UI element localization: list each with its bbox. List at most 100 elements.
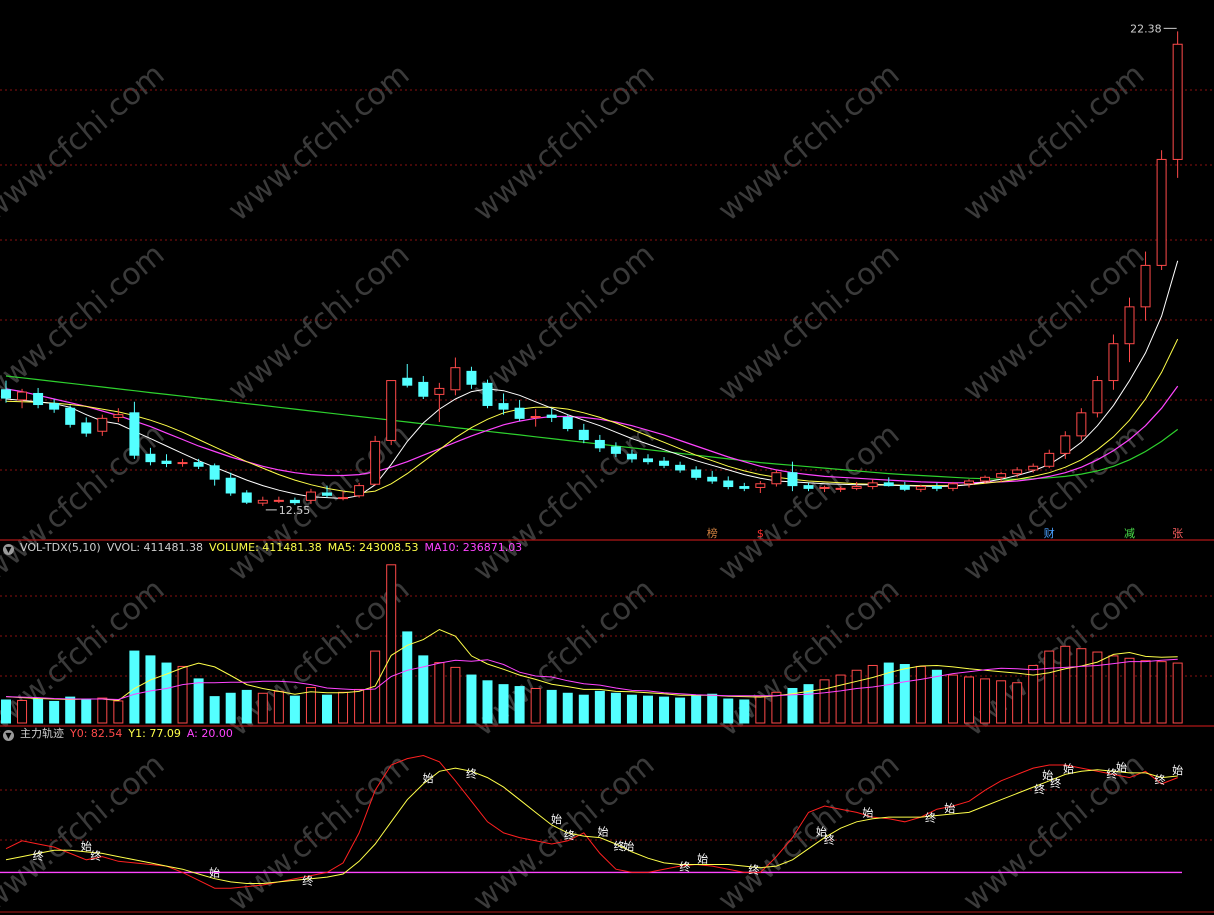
candle bbox=[1172, 31, 1183, 178]
watermark-text: www.cfchi.com bbox=[467, 57, 662, 228]
candle-body bbox=[1, 389, 11, 399]
volume-bar bbox=[257, 692, 268, 724]
candle-body bbox=[1140, 264, 1151, 308]
start-signal-label: 始 bbox=[697, 852, 708, 866]
watermark-text: www.cfchi.com bbox=[222, 57, 417, 228]
volume-bar bbox=[81, 699, 92, 724]
end-signal-label: 终 bbox=[824, 833, 835, 847]
candle-body bbox=[562, 416, 573, 429]
start-signal-label: 始 bbox=[1116, 760, 1127, 774]
candle-body bbox=[113, 414, 124, 418]
volume-bar bbox=[241, 689, 252, 724]
candle-body bbox=[482, 382, 493, 406]
candle-body bbox=[931, 486, 942, 489]
end-signal-label: 终 bbox=[925, 811, 936, 825]
start-signal-label: 始 bbox=[1172, 763, 1183, 777]
volume-bar bbox=[289, 695, 300, 724]
vvol-value: VVOL: 411481.38 bbox=[106, 541, 204, 554]
volume-bar bbox=[707, 693, 718, 724]
volume-value: VOLUME: 411481.38 bbox=[209, 541, 322, 554]
candle-body bbox=[354, 485, 365, 497]
volume-bar bbox=[338, 691, 349, 724]
candle bbox=[964, 479, 974, 488]
volume-bar bbox=[643, 695, 653, 724]
candle-body bbox=[418, 381, 429, 397]
volume-bar bbox=[1140, 660, 1151, 724]
candle-body bbox=[546, 414, 557, 418]
candle-body bbox=[964, 480, 974, 485]
volume-bar bbox=[273, 690, 284, 724]
candle-body bbox=[675, 464, 686, 471]
candle-body bbox=[33, 392, 44, 406]
volume-bar bbox=[354, 688, 365, 724]
volume-bar bbox=[193, 678, 204, 724]
chevron-down-icon[interactable]: ▼ bbox=[3, 730, 14, 741]
candle bbox=[867, 479, 878, 490]
volume-bar bbox=[546, 689, 557, 724]
watermark-text: www.cfchi.com bbox=[957, 237, 1152, 408]
candle bbox=[129, 401, 140, 459]
candle bbox=[947, 481, 958, 492]
candle-body bbox=[257, 499, 268, 504]
candle bbox=[996, 471, 1007, 482]
candle-body bbox=[530, 416, 541, 419]
candle-body bbox=[1172, 43, 1183, 160]
start-signal-label: 始 bbox=[944, 801, 955, 815]
end-signal-label: 终 bbox=[33, 848, 44, 862]
chevron-down-icon[interactable]: ▼ bbox=[3, 544, 14, 555]
volume-bar bbox=[964, 676, 974, 724]
end-signal-label: 终 bbox=[1050, 776, 1061, 790]
watermark-text: www.cfchi.com bbox=[0, 747, 171, 915]
volume-bar bbox=[851, 669, 862, 724]
candle bbox=[723, 476, 734, 490]
candle bbox=[177, 458, 188, 467]
candle bbox=[161, 454, 172, 468]
candle-body bbox=[1028, 465, 1039, 471]
candle bbox=[33, 387, 44, 409]
volume-bar bbox=[17, 699, 28, 724]
watermark-text: www.cfchi.com bbox=[0, 237, 171, 408]
chart-canvas[interactable]: www.cfchi.com www.cfchi.com www.cfchi.com w… bbox=[0, 0, 1214, 915]
end-signal-label: 终 bbox=[679, 860, 690, 874]
candle bbox=[739, 482, 750, 492]
start-signal-label: 始 bbox=[862, 806, 873, 820]
start-signal-label: 始 bbox=[598, 825, 609, 839]
candle-body bbox=[466, 370, 477, 385]
candle bbox=[562, 414, 573, 432]
end-signal-label: 终 bbox=[564, 828, 575, 842]
volume-bar bbox=[305, 687, 316, 724]
candle bbox=[1092, 375, 1103, 418]
candle-body bbox=[209, 465, 220, 480]
candle bbox=[1076, 408, 1087, 441]
volume-bar bbox=[322, 694, 332, 724]
volume-bar bbox=[771, 691, 782, 724]
volume-bar bbox=[562, 692, 573, 724]
candle-body bbox=[498, 403, 509, 410]
candle-body bbox=[787, 472, 798, 487]
candle bbox=[434, 382, 445, 423]
candle-body bbox=[450, 367, 461, 391]
start-signal-label: 始 bbox=[423, 771, 434, 785]
candle bbox=[1044, 449, 1055, 469]
volume-bar bbox=[49, 700, 60, 724]
candle-body bbox=[370, 440, 381, 485]
watermark-layer: www.cfchi.com www.cfchi.com www.cfchi.com w… bbox=[0, 57, 1151, 915]
candle bbox=[386, 380, 397, 446]
low-price-label: 12.55 bbox=[279, 504, 311, 517]
candle bbox=[675, 461, 686, 473]
track-a-value: A: 20.00 bbox=[186, 727, 233, 740]
volume-bar bbox=[177, 665, 188, 724]
candle bbox=[691, 466, 702, 481]
candle bbox=[883, 477, 894, 487]
start-signal-label: 始 bbox=[551, 812, 562, 826]
candle bbox=[65, 405, 76, 428]
volume-bar bbox=[97, 697, 108, 724]
volume-bar bbox=[209, 696, 220, 724]
watermark-text: www.cfchi.com bbox=[712, 747, 907, 915]
event-marker: 榜 bbox=[707, 526, 718, 540]
candle-body bbox=[289, 499, 300, 504]
candle bbox=[225, 472, 236, 496]
candle bbox=[257, 496, 268, 506]
candle bbox=[1060, 431, 1071, 459]
candle-body bbox=[1092, 380, 1103, 414]
